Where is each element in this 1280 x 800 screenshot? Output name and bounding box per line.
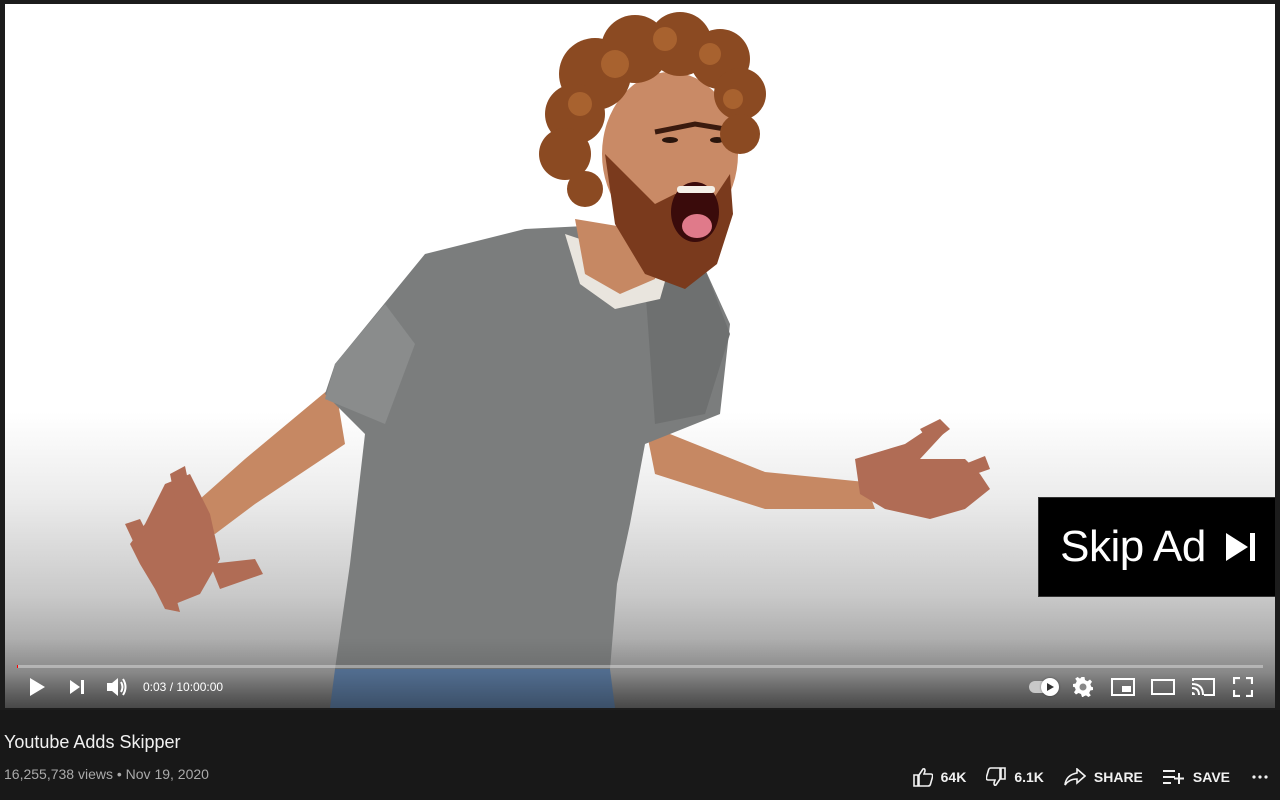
- autoplay-toggle[interactable]: [1023, 670, 1063, 704]
- fullscreen-button[interactable]: [1223, 670, 1263, 704]
- skip-ad-button[interactable]: Skip Ad: [1038, 497, 1275, 597]
- video-title: Youtube Adds Skipper: [4, 732, 181, 752]
- play-icon: [30, 678, 45, 696]
- share-arrow-icon: [1064, 768, 1086, 786]
- fullscreen-icon: [1233, 677, 1253, 697]
- thumbs-down-icon: [986, 767, 1007, 787]
- video-player[interactable]: 0:03 / 10:00:00 Skip Ad: [0, 0, 1280, 710]
- theater-mode-button[interactable]: [1143, 670, 1183, 704]
- skip-ad-label: Skip Ad: [1060, 522, 1206, 571]
- video-actions: 64K 6.1K SHARE SAVE: [893, 764, 1268, 790]
- thumbs-up-icon: [912, 767, 933, 787]
- miniplayer-button[interactable]: [1103, 670, 1143, 704]
- upload-date: Nov 19, 2020: [125, 766, 209, 782]
- time-display: 0:03 / 10:00:00: [143, 680, 223, 694]
- miniplayer-icon: [1111, 678, 1135, 696]
- save-button[interactable]: SAVE: [1162, 769, 1230, 785]
- dislike-button[interactable]: 6.1K: [986, 767, 1044, 787]
- meta-separator: •: [112, 766, 126, 782]
- video-thumbnail-image: [125, 12, 990, 708]
- more-dots-icon: [1252, 775, 1268, 779]
- share-button[interactable]: SHARE: [1064, 768, 1143, 786]
- dislike-count: 6.1K: [1014, 769, 1044, 785]
- skip-next-icon: [1225, 533, 1255, 561]
- volume-icon: [107, 678, 127, 696]
- theater-mode-icon: [1151, 679, 1175, 695]
- next-icon: [70, 680, 84, 694]
- gear-icon: [1073, 677, 1093, 697]
- progress-bar[interactable]: [17, 665, 1263, 668]
- share-label: SHARE: [1093, 769, 1143, 785]
- view-count: 16,255,738 views: [4, 766, 113, 782]
- save-label: SAVE: [1192, 769, 1230, 785]
- more-actions-button[interactable]: [1252, 775, 1268, 779]
- time-separator: /: [166, 680, 177, 694]
- playlist-add-icon: [1162, 770, 1184, 784]
- progress-played: [17, 665, 19, 668]
- current-time: 0:03: [143, 680, 167, 694]
- play-small-icon: [1047, 683, 1054, 691]
- next-button[interactable]: [57, 670, 97, 704]
- duration: 10:00:00: [176, 680, 224, 694]
- settings-button[interactable]: [1063, 670, 1103, 704]
- player-controls: 0:03 / 10:00:00: [17, 670, 1263, 704]
- video-frame[interactable]: 0:03 / 10:00:00 Skip Ad: [5, 4, 1275, 708]
- cast-button[interactable]: [1183, 670, 1223, 704]
- video-meta: 16,255,738 views • Nov 19, 2020: [4, 766, 209, 782]
- like-count: 64K: [940, 769, 967, 785]
- like-button[interactable]: 64K: [912, 767, 967, 787]
- volume-button[interactable]: [97, 670, 137, 704]
- autoplay-toggle-icon: [1029, 678, 1059, 696]
- play-button[interactable]: [17, 670, 57, 704]
- cast-icon: [1191, 678, 1215, 696]
